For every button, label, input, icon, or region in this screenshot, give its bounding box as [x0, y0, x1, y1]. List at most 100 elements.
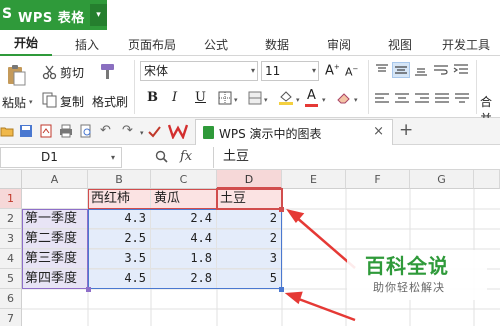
copy-button[interactable]: 复制 — [60, 93, 84, 110]
checkmark-icon[interactable] — [148, 125, 161, 138]
cell-b5[interactable]: 4.5 — [88, 269, 151, 289]
chevron-down-icon[interactable]: ▾ — [90, 4, 107, 26]
cell-d1[interactable]: 土豆 — [217, 189, 282, 209]
close-icon[interactable]: × — [373, 124, 384, 139]
eraser-icon[interactable] — [336, 90, 352, 106]
align-middle-button[interactable] — [392, 62, 410, 78]
increase-font-icon[interactable]: A+ — [325, 63, 340, 78]
save-icon[interactable] — [19, 124, 33, 138]
range-resize-handle[interactable] — [279, 207, 284, 212]
justify-icon[interactable] — [433, 91, 451, 107]
format-painter-button[interactable]: 格式刷 — [92, 93, 128, 110]
column-header-g[interactable]: G — [410, 170, 474, 189]
column-header-e[interactable]: E — [282, 170, 346, 189]
decrease-font-icon[interactable]: A− — [345, 65, 358, 79]
tab-formulas[interactable]: 公式 — [204, 36, 228, 53]
italic-button[interactable]: I — [172, 90, 177, 105]
app-menu-button[interactable]: S WPS 表格 ▾ — [0, 0, 107, 30]
borders-icon[interactable] — [218, 91, 232, 105]
row-header-7[interactable]: 7 — [0, 309, 22, 326]
cell-d4[interactable]: 3 — [217, 249, 282, 269]
cell-d5[interactable]: 5 — [217, 269, 282, 289]
row-header-2[interactable]: 2 — [0, 209, 22, 229]
paste-icon[interactable] — [5, 64, 27, 86]
cell-style-icon[interactable] — [248, 91, 262, 105]
cell-c2[interactable]: 2.4 — [151, 209, 217, 229]
tab-review[interactable]: 审阅 — [327, 36, 351, 53]
distribute-icon[interactable] — [453, 91, 471, 107]
paste-button[interactable]: 粘贴 — [2, 94, 26, 111]
range-resize-handle[interactable] — [279, 287, 284, 292]
select-all-corner[interactable] — [0, 170, 22, 189]
cell-a1[interactable] — [22, 189, 88, 209]
cell-b2[interactable]: 4.3 — [88, 209, 151, 229]
align-left-icon[interactable] — [373, 91, 391, 107]
name-box[interactable]: D1 ▾ — [0, 147, 122, 168]
fill-color-icon[interactable] — [278, 89, 294, 105]
formula-input[interactable]: 土豆 — [213, 147, 500, 168]
cell-a2[interactable]: 第一季度 — [22, 209, 88, 229]
format-painter-icon[interactable] — [99, 62, 117, 80]
cell-b3[interactable]: 2.5 — [88, 229, 151, 249]
print-icon[interactable] — [59, 124, 73, 138]
column-header-d[interactable]: D — [217, 170, 282, 189]
cell-a5[interactable]: 第四季度 — [22, 269, 88, 289]
column-header-f[interactable]: F — [346, 170, 410, 189]
cell-d2[interactable]: 2 — [217, 209, 282, 229]
open-folder-icon[interactable] — [0, 124, 14, 138]
align-center-icon[interactable] — [393, 91, 411, 107]
paste-dropdown-icon[interactable]: ▾ — [29, 98, 33, 106]
column-header-h[interactable] — [474, 170, 500, 189]
font-name-select[interactable]: 宋体 ▾ — [140, 61, 258, 81]
undo-icon[interactable]: ↶ — [100, 123, 111, 138]
chevron-down-icon[interactable]: ▾ — [140, 129, 144, 137]
column-header-c[interactable]: C — [151, 170, 217, 189]
row-header-4[interactable]: 4 — [0, 249, 22, 269]
tab-page-layout[interactable]: 页面布局 — [128, 36, 176, 53]
chevron-down-icon[interactable]: ▾ — [322, 96, 326, 104]
column-header-a[interactable]: A — [22, 170, 88, 189]
cell-b1[interactable]: 西红柿 — [88, 189, 151, 209]
cut-button[interactable]: 剪切 — [60, 64, 84, 81]
tab-view[interactable]: 视图 — [388, 36, 412, 53]
align-bottom-icon[interactable] — [412, 62, 430, 78]
cell-d3[interactable]: 2 — [217, 229, 282, 249]
column-header-b[interactable]: B — [88, 170, 151, 189]
tab-developer[interactable]: 开发工具 — [442, 36, 490, 53]
chevron-down-icon[interactable]: ▾ — [296, 96, 300, 104]
chevron-down-icon[interactable]: ▾ — [354, 96, 358, 104]
cell-c3[interactable]: 4.4 — [151, 229, 217, 249]
tab-home[interactable]: 开始 — [0, 30, 52, 57]
cell-c1[interactable]: 黄瓜 — [151, 189, 217, 209]
row-header-6[interactable]: 6 — [0, 289, 22, 309]
redo-icon[interactable]: ↷ — [122, 123, 133, 138]
chevron-down-icon[interactable]: ▾ — [234, 96, 238, 104]
copy-icon[interactable] — [42, 92, 58, 108]
row-header-5[interactable]: 5 — [0, 269, 22, 289]
chevron-down-icon[interactable]: ▾ — [264, 96, 268, 104]
range-resize-handle[interactable] — [86, 287, 91, 292]
document-tab[interactable]: WPS 演示中的图表 × — [195, 119, 393, 145]
print-preview-icon[interactable] — [79, 124, 93, 138]
insert-function-button[interactable]: fx — [180, 149, 192, 164]
scissors-icon[interactable] — [42, 64, 58, 80]
cell-b4[interactable]: 3.5 — [88, 249, 151, 269]
align-top-icon[interactable] — [373, 62, 391, 78]
tab-insert[interactable]: 插入 — [75, 36, 99, 53]
row-header-1[interactable]: 1 — [0, 189, 22, 209]
cell-c4[interactable]: 1.8 — [151, 249, 217, 269]
export-pdf-icon[interactable] — [39, 124, 53, 138]
wps-w-logo-icon[interactable] — [168, 123, 188, 139]
font-color-icon[interactable]: A — [307, 88, 316, 103]
tab-data[interactable]: 数据 — [265, 36, 289, 53]
cell-a3[interactable]: 第二季度 — [22, 229, 88, 249]
cell-a4[interactable]: 第三季度 — [22, 249, 88, 269]
underline-button[interactable]: U — [195, 90, 206, 105]
align-right-icon[interactable] — [413, 91, 431, 107]
new-tab-button[interactable]: + — [399, 120, 413, 140]
row-header-3[interactable]: 3 — [0, 229, 22, 249]
wrap-text-icon[interactable] — [432, 62, 450, 78]
cell-c5[interactable]: 2.8 — [151, 269, 217, 289]
bold-button[interactable]: B — [147, 90, 158, 105]
font-size-select[interactable]: 11 ▾ — [261, 61, 319, 81]
